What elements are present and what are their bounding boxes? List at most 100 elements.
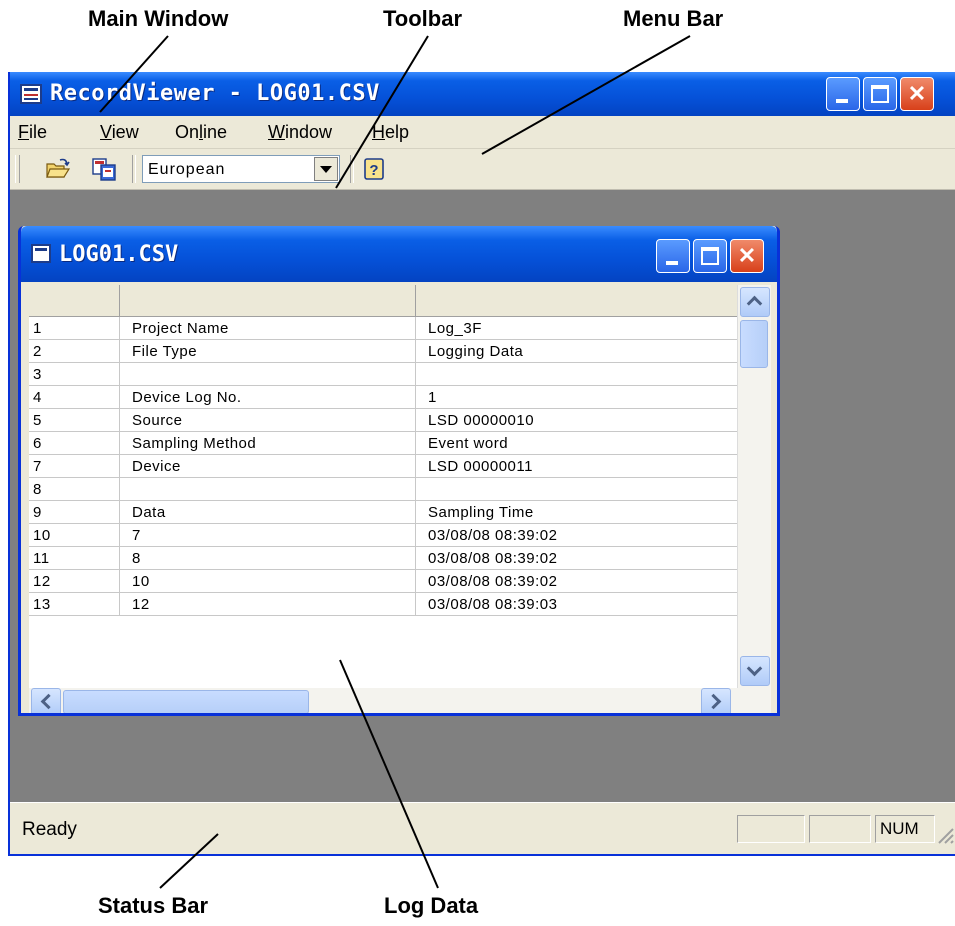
status-pane-2 (809, 815, 871, 843)
main-title-bar[interactable]: RecordViewer - LOG01.CSV ✕ (10, 72, 955, 116)
menu-file-label: ile (29, 122, 48, 142)
table-cell[interactable]: File Type (119, 339, 416, 363)
log-close-button[interactable]: ✕ (730, 239, 764, 273)
table-cell[interactable]: 4 (29, 385, 120, 409)
column-header[interactable] (29, 285, 120, 317)
table-cell[interactable]: 5 (29, 408, 120, 432)
column-header[interactable] (415, 285, 749, 317)
menu-help-label: elp (385, 122, 410, 142)
minimize-icon (666, 261, 678, 265)
table-cell[interactable]: 10 (29, 523, 120, 547)
menu-view-accel: V (100, 122, 112, 142)
table-row[interactable]: 9 Data Sampling Time (29, 500, 749, 524)
table-cell[interactable]: 8 (119, 546, 416, 570)
log-data-grid[interactable]: 1 Project Name Log_3F 2 File Type Logging Dat… (29, 285, 771, 688)
table-cell[interactable] (415, 362, 749, 386)
table-cell[interactable]: Event word (415, 431, 749, 455)
open-button[interactable] (44, 155, 72, 183)
callout-toolbar: Toolbar (383, 6, 463, 31)
callout-main-window: Main Window (88, 6, 229, 31)
table-cell[interactable]: Device (119, 454, 416, 478)
log-minimize-button[interactable] (656, 239, 690, 273)
minimize-icon (836, 99, 848, 103)
column-header[interactable] (119, 285, 416, 317)
menu-window[interactable]: Window (268, 122, 332, 143)
format-select[interactable]: European (142, 155, 340, 183)
table-cell[interactable]: Source (119, 408, 416, 432)
table-row[interactable]: 13 12 03/08/08 08:39:03 (29, 592, 749, 616)
table-cell[interactable]: 13 (29, 592, 120, 616)
table-cell[interactable]: 2 (29, 339, 120, 363)
table-cell[interactable] (119, 362, 416, 386)
table-row[interactable]: 3 (29, 362, 749, 386)
menu-view[interactable]: View (100, 122, 139, 143)
table-cell[interactable]: 7 (29, 454, 120, 478)
table-cell[interactable]: 6 (29, 431, 120, 455)
table-row[interactable]: 6 Sampling Method Event word (29, 431, 749, 455)
menu-file[interactable]: File (18, 122, 47, 143)
menu-online-pre: On (175, 122, 200, 142)
help-button[interactable]: ? (360, 155, 388, 183)
horizontal-scroll-thumb[interactable] (63, 690, 309, 713)
table-cell[interactable]: 3 (29, 362, 120, 386)
table-cell[interactable]: Project Name (119, 316, 416, 340)
table-cell[interactable]: 12 (119, 592, 416, 616)
table-cell[interactable]: Sampling Time (415, 500, 749, 524)
table-cell[interactable]: 7 (119, 523, 416, 547)
table-row[interactable]: 12 10 03/08/08 08:39:02 (29, 569, 749, 593)
table-cell[interactable] (415, 477, 749, 501)
table-cell[interactable]: Data (119, 500, 416, 524)
menu-window-accel: W (268, 122, 285, 142)
status-pane-1 (737, 815, 805, 843)
close-button[interactable]: ✕ (900, 77, 934, 111)
toolbar-grip[interactable] (15, 155, 20, 183)
minimize-button[interactable] (826, 77, 860, 111)
table-cell[interactable]: 12 (29, 569, 120, 593)
scroll-down-icon[interactable] (740, 656, 770, 686)
table-cell[interactable]: Log_3F (415, 316, 749, 340)
table-cell[interactable]: 03/08/08 08:39:02 (415, 523, 749, 547)
vertical-scroll-thumb[interactable] (740, 320, 768, 368)
scroll-up-icon[interactable] (740, 287, 770, 317)
table-row[interactable]: 8 (29, 477, 749, 501)
horizontal-scrollbar[interactable] (29, 688, 771, 713)
table-row[interactable]: 10 7 03/08/08 08:39:02 (29, 523, 749, 547)
table-cell[interactable]: 10 (119, 569, 416, 593)
scroll-right-icon[interactable] (701, 688, 731, 713)
table-row[interactable]: 11 8 03/08/08 08:39:02 (29, 546, 749, 570)
table-cell[interactable]: LSD 00000011 (415, 454, 749, 478)
table-cell[interactable]: Device Log No. (119, 385, 416, 409)
num-lock-indicator: NUM (875, 815, 935, 843)
table-cell[interactable]: Sampling Method (119, 431, 416, 455)
scroll-left-icon[interactable] (31, 688, 61, 713)
table-cell[interactable] (119, 477, 416, 501)
table-cell[interactable]: 1 (415, 385, 749, 409)
table-cell[interactable]: 1 (29, 316, 120, 340)
table-cell[interactable]: Logging Data (415, 339, 749, 363)
maximize-button[interactable] (863, 77, 897, 111)
table-row[interactable]: 1 Project Name Log_3F (29, 316, 749, 340)
convert-button[interactable] (90, 155, 118, 183)
format-select-value: European (148, 161, 226, 178)
callout-log-data: Log Data (384, 893, 479, 918)
table-cell[interactable]: LSD 00000010 (415, 408, 749, 432)
menu-help[interactable]: Help (372, 122, 409, 143)
resize-grip-icon[interactable] (935, 825, 955, 845)
document-icon[interactable] (31, 244, 51, 263)
chevron-down-icon[interactable] (314, 157, 338, 181)
table-row[interactable]: 5 Source LSD 00000010 (29, 408, 749, 432)
table-row[interactable]: 4 Device Log No. 1 (29, 385, 749, 409)
log-maximize-button[interactable] (693, 239, 727, 273)
table-cell[interactable]: 8 (29, 477, 120, 501)
table-cell[interactable]: 03/08/08 08:39:03 (415, 592, 749, 616)
menu-online[interactable]: Online (175, 122, 227, 143)
table-cell[interactable]: 11 (29, 546, 120, 570)
table-cell[interactable]: 9 (29, 500, 120, 524)
table-cell[interactable]: 03/08/08 08:39:02 (415, 546, 749, 570)
app-icon[interactable] (20, 84, 42, 104)
table-row[interactable]: 7 Device LSD 00000011 (29, 454, 749, 478)
log-window-title-bar[interactable]: LOG01.CSV ✕ (21, 226, 777, 282)
table-row[interactable]: 2 File Type Logging Data (29, 339, 749, 363)
table-cell[interactable]: 03/08/08 08:39:02 (415, 569, 749, 593)
vertical-scrollbar[interactable] (737, 285, 771, 688)
